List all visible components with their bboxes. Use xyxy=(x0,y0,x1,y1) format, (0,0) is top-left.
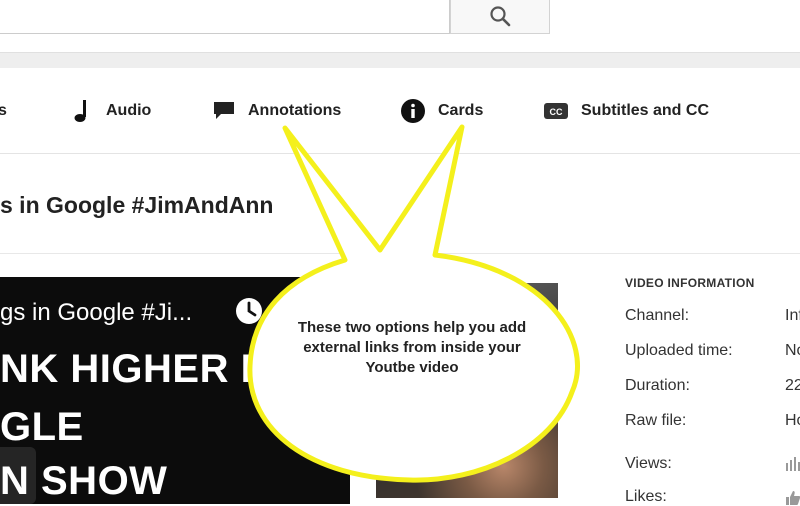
tab-label: Subtitles and CC xyxy=(581,102,710,119)
speech-bubble-icon xyxy=(212,100,236,122)
search-button[interactable] xyxy=(450,0,550,34)
divider xyxy=(0,253,800,254)
thumbnail-text-line: N SHOW xyxy=(0,459,168,503)
clock-icon[interactable] xyxy=(234,296,264,326)
info-key: Likes: xyxy=(625,488,667,505)
search-icon xyxy=(490,6,511,27)
info-key: Duration: xyxy=(625,377,690,394)
tab-label: Annotations xyxy=(248,102,342,119)
tab-label: Audio xyxy=(106,102,152,119)
info-value: Ho xyxy=(785,412,800,429)
svg-text:CC: CC xyxy=(550,107,563,117)
video-thumbnail[interactable] xyxy=(376,283,558,498)
cc-icon: CC xyxy=(543,101,569,121)
search-input[interactable] xyxy=(0,0,450,34)
tab-subtitles[interactable]: CC Subtitles and CC xyxy=(543,68,709,154)
thumbnail-text-line: GLE xyxy=(0,405,84,449)
info-value: Inf xyxy=(785,307,800,324)
tab-annotations[interactable]: Annotations xyxy=(212,68,341,154)
bar-chart-icon[interactable] xyxy=(785,457,800,471)
info-value: 22 xyxy=(785,377,800,394)
info-key: Uploaded time: xyxy=(625,342,733,359)
tab-audio[interactable]: Audio xyxy=(72,68,151,154)
thumbnail-text-line: NK HIGHER IN xyxy=(0,347,282,391)
info-key: Channel: xyxy=(625,307,690,324)
info-heading: VIDEO INFORMATION xyxy=(625,276,755,290)
editor-tabs: s Audio Annotations Cards CC Subtitles a… xyxy=(0,68,800,154)
callout-text: These two options help you add external … xyxy=(297,319,527,376)
tab-truncated[interactable]: s xyxy=(0,68,7,154)
info-icon xyxy=(400,98,426,124)
info-key: Views: xyxy=(625,455,672,472)
video-player[interactable]: gs in Google #Ji... NK HIGHER IN GLE N S… xyxy=(0,277,350,504)
section-separator xyxy=(0,52,800,68)
info-key: Raw file: xyxy=(625,412,687,429)
tab-label: Cards xyxy=(438,102,484,119)
masthead xyxy=(0,0,800,52)
tab-label: s xyxy=(0,102,7,119)
info-value: No xyxy=(785,342,800,359)
video-title: s in Google #JimAndAnn xyxy=(0,192,274,218)
thumbnail-image xyxy=(376,283,558,498)
player-title: gs in Google #Ji... xyxy=(0,299,193,326)
tab-cards[interactable]: Cards xyxy=(400,68,483,154)
music-note-icon xyxy=(72,98,94,124)
